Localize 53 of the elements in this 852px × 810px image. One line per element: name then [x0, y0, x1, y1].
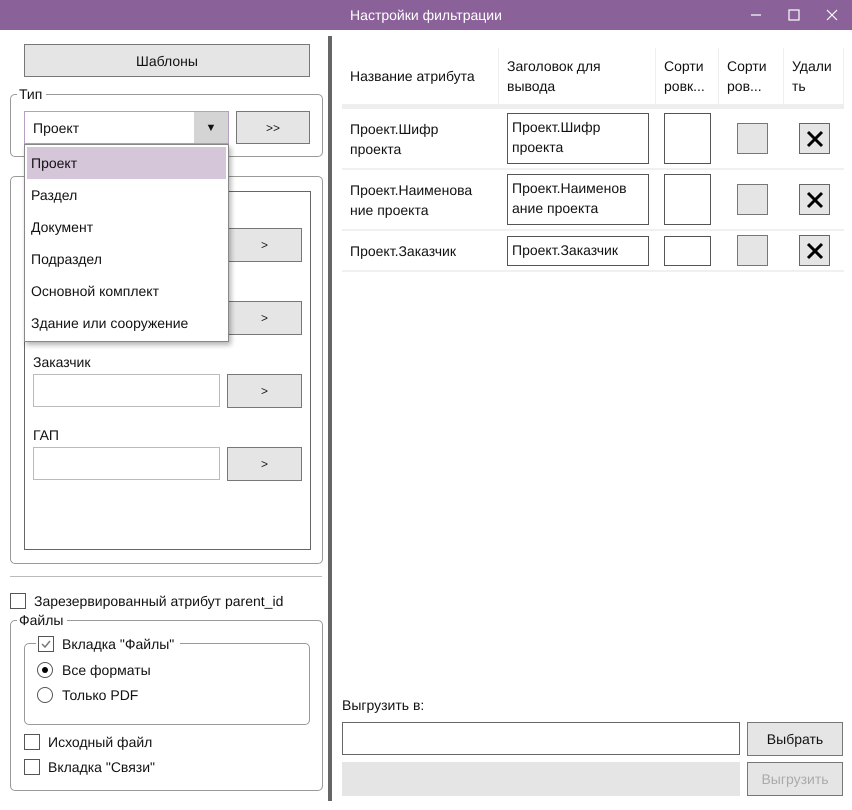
- window-title: Настройки фильтрации: [350, 7, 502, 23]
- sort-checkbox[interactable]: [737, 123, 768, 154]
- dropdown-item[interactable]: Раздел: [27, 179, 226, 211]
- dropdown-item[interactable]: Проект: [27, 147, 226, 179]
- close-icon[interactable]: [826, 9, 838, 21]
- radio-button[interactable]: [37, 662, 53, 678]
- sort-checkbox[interactable]: [737, 235, 768, 266]
- caption-field[interactable]: Проект.Заказчик: [507, 236, 649, 266]
- delete-button[interactable]: [799, 123, 830, 154]
- checkbox[interactable]: [38, 636, 54, 652]
- checkbox-label: Зарезервированный атрибут parent_id: [34, 592, 284, 610]
- sort-order-field[interactable]: [664, 113, 711, 164]
- dropdown-item[interactable]: Подраздел: [27, 243, 226, 275]
- dropdown-item[interactable]: Основной комплект: [27, 275, 226, 307]
- pick-button[interactable]: >: [227, 447, 302, 481]
- type-combo-box[interactable]: Проект ▼: [24, 111, 229, 144]
- checkbox[interactable]: [24, 758, 40, 774]
- export-label: Выгрузить в:: [342, 696, 426, 714]
- caption-field[interactable]: Проект.Наименов ание проекта: [507, 174, 649, 225]
- delete-button[interactable]: [799, 235, 830, 266]
- dropdown-item[interactable]: Документ: [27, 211, 226, 243]
- pick-button[interactable]: >: [227, 301, 302, 335]
- input-field[interactable]: [33, 374, 220, 407]
- checkbox[interactable]: [10, 593, 26, 609]
- checkbox-label: Вкладка "Файлы": [62, 635, 174, 653]
- caption-field[interactable]: Проект.Шифр проекта: [507, 113, 649, 164]
- pick-button[interactable]: >: [227, 228, 302, 262]
- close-icon: [804, 128, 824, 148]
- checkbox[interactable]: [24, 734, 40, 750]
- close-icon: [804, 190, 824, 210]
- close-icon: [804, 240, 824, 260]
- choose-button[interactable]: Выбрать: [747, 722, 843, 756]
- apply-button[interactable]: >>: [236, 111, 310, 144]
- table-cell-text: Проект.Наименова ние проекта: [350, 180, 472, 220]
- input-field[interactable]: [33, 447, 220, 480]
- templates-button[interactable]: Шаблоны: [24, 44, 310, 77]
- sort-order-field[interactable]: [664, 236, 711, 266]
- maximize-icon[interactable]: [788, 9, 800, 21]
- sort-checkbox[interactable]: [737, 184, 768, 215]
- field-label: ГАП: [33, 426, 60, 445]
- pick-button[interactable]: >: [227, 374, 302, 408]
- checkbox-label: Вкладка "Связи": [48, 758, 156, 776]
- table-cell-text: Проект.Шифр проекта: [350, 120, 438, 158]
- radio-label: Все форматы: [62, 660, 151, 678]
- checkbox-label: Исходный файл: [48, 732, 152, 750]
- table-cell-text: Проект.Заказчик: [350, 242, 456, 260]
- field-label: Заказчик: [33, 353, 92, 372]
- sort-order-field[interactable]: [664, 174, 711, 225]
- radio-button[interactable]: [37, 686, 53, 702]
- path-field[interactable]: [342, 722, 740, 755]
- delete-button[interactable]: [799, 184, 830, 215]
- radio-label: Только PDF: [62, 686, 138, 704]
- dropdown-item[interactable]: Здание или сооружение: [27, 307, 226, 339]
